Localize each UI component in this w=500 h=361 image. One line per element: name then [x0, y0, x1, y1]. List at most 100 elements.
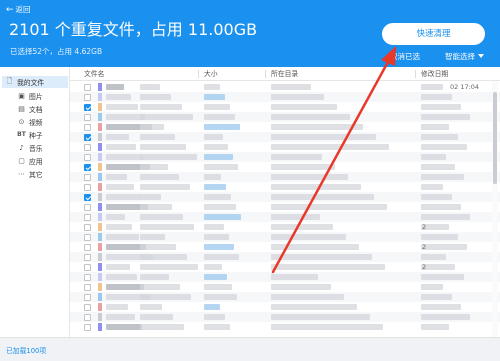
row-checkbox[interactable] — [84, 123, 91, 131]
scrollbar-thumb[interactable] — [493, 92, 497, 184]
status-bar: 已加载100项 — [0, 337, 500, 361]
filename-cell — [106, 234, 139, 240]
directory-cell — [271, 234, 346, 240]
table-row[interactable] — [70, 272, 500, 282]
row-checkbox[interactable] — [84, 203, 91, 211]
table-row[interactable] — [70, 182, 500, 192]
sidebar-item-my-files[interactable]: 🗋 我的文件 — [2, 76, 68, 88]
table-row[interactable] — [70, 282, 500, 292]
table-row[interactable]: 2 — [70, 242, 500, 252]
row-checkbox[interactable] — [84, 103, 91, 111]
filename-cell — [106, 184, 134, 190]
row-checkbox[interactable] — [84, 273, 91, 281]
filename-cell — [140, 214, 183, 220]
file-type-icon — [98, 193, 102, 201]
size-cell — [204, 174, 221, 180]
table-row[interactable] — [70, 172, 500, 182]
row-checkbox[interactable] — [84, 143, 91, 151]
row-checkbox[interactable] — [84, 183, 91, 191]
size-cell — [204, 94, 225, 100]
filename-cell — [140, 194, 161, 200]
sidebar-item-music[interactable]: ♪ 音乐 — [4, 142, 68, 153]
filename-cell — [106, 284, 144, 290]
modified-date-text: 2 — [422, 263, 427, 271]
column-divider — [198, 70, 199, 78]
sidebar-item-images[interactable]: ▣ 图片 — [4, 90, 68, 101]
smart-select-label: 智能选择 — [445, 52, 475, 61]
filename-cell — [140, 134, 175, 140]
row-checkbox[interactable] — [84, 223, 91, 231]
table-row[interactable] — [70, 212, 500, 222]
quick-clean-button[interactable]: 快速清理 — [382, 23, 485, 45]
table-row[interactable] — [70, 102, 500, 112]
column-header-size[interactable]: 大小 — [204, 67, 218, 81]
filename-cell — [106, 174, 127, 180]
table-row[interactable] — [70, 92, 500, 102]
column-header-filename[interactable]: 文件名 — [84, 67, 104, 81]
row-checkbox[interactable] — [84, 323, 91, 331]
filename-cell — [106, 224, 132, 230]
row-checkbox[interactable] — [84, 193, 91, 201]
filename-cell — [140, 184, 190, 190]
back-button[interactable]: ← 返回 — [6, 4, 31, 16]
size-cell — [204, 194, 231, 200]
file-type-icon — [98, 143, 102, 151]
modified-cell — [421, 214, 470, 220]
sidebar-item-others[interactable]: ⋯ 其它 — [4, 168, 68, 179]
row-checkbox[interactable] — [84, 213, 91, 221]
modified-cell — [421, 234, 458, 240]
table-row[interactable] — [70, 202, 500, 212]
sidebar-item-videos[interactable]: ⊙ 视频 — [4, 116, 68, 127]
table-row[interactable] — [70, 122, 500, 132]
sidebar-item-label: 我的文件 — [17, 79, 45, 87]
size-cell — [204, 164, 238, 170]
file-type-icon — [98, 243, 102, 251]
column-header-modified[interactable]: 修改日期 — [421, 67, 448, 81]
row-checkbox[interactable] — [84, 113, 91, 121]
cancel-selection-link[interactable]: 取消已选 — [390, 51, 420, 62]
sidebar-item-label: 图片 — [29, 92, 43, 101]
table-row[interactable]: 02 17:04 — [70, 82, 500, 92]
sidebar-item-apps[interactable]: ▢ 应用 — [4, 155, 68, 166]
filename-cell — [106, 264, 130, 270]
table-row[interactable]: 2 — [70, 262, 500, 272]
table-row[interactable] — [70, 232, 500, 242]
table-row[interactable] — [70, 322, 500, 332]
file-type-icon — [98, 173, 102, 181]
row-checkbox[interactable] — [84, 283, 91, 291]
row-checkbox[interactable] — [84, 133, 91, 141]
table-row[interactable] — [70, 152, 500, 162]
column-header-directory[interactable]: 所在目录 — [271, 67, 298, 81]
table-row[interactable] — [70, 112, 500, 122]
row-checkbox[interactable] — [84, 173, 91, 181]
table-row[interactable] — [70, 142, 500, 152]
row-checkbox[interactable] — [84, 83, 91, 91]
row-checkbox[interactable] — [84, 263, 91, 271]
row-checkbox[interactable] — [84, 303, 91, 311]
table-row[interactable] — [70, 312, 500, 322]
table-row[interactable] — [70, 292, 500, 302]
sidebar-item-torrents[interactable]: BT 种子 — [4, 129, 68, 140]
modified-cell — [421, 204, 461, 210]
table-row[interactable]: 2 — [70, 222, 500, 232]
size-cell — [204, 294, 237, 300]
row-checkbox[interactable] — [84, 293, 91, 301]
row-checkbox[interactable] — [84, 243, 91, 251]
row-checkbox[interactable] — [84, 163, 91, 171]
sidebar-item-documents[interactable]: ▤ 文档 — [4, 103, 68, 114]
column-divider — [265, 70, 266, 78]
table-row[interactable] — [70, 192, 500, 202]
row-checkbox[interactable] — [84, 313, 91, 321]
table-row[interactable] — [70, 252, 500, 262]
filename-cell — [140, 324, 184, 330]
row-checkbox[interactable] — [84, 153, 91, 161]
row-checkbox[interactable] — [84, 253, 91, 261]
smart-select-dropdown[interactable]: 智能选择 — [445, 51, 484, 62]
row-checkbox[interactable] — [84, 93, 91, 101]
table-row[interactable] — [70, 132, 500, 142]
table-row[interactable] — [70, 162, 500, 172]
file-type-icon — [98, 93, 102, 101]
directory-cell — [271, 94, 324, 100]
row-checkbox[interactable] — [84, 233, 91, 241]
table-row[interactable] — [70, 302, 500, 312]
